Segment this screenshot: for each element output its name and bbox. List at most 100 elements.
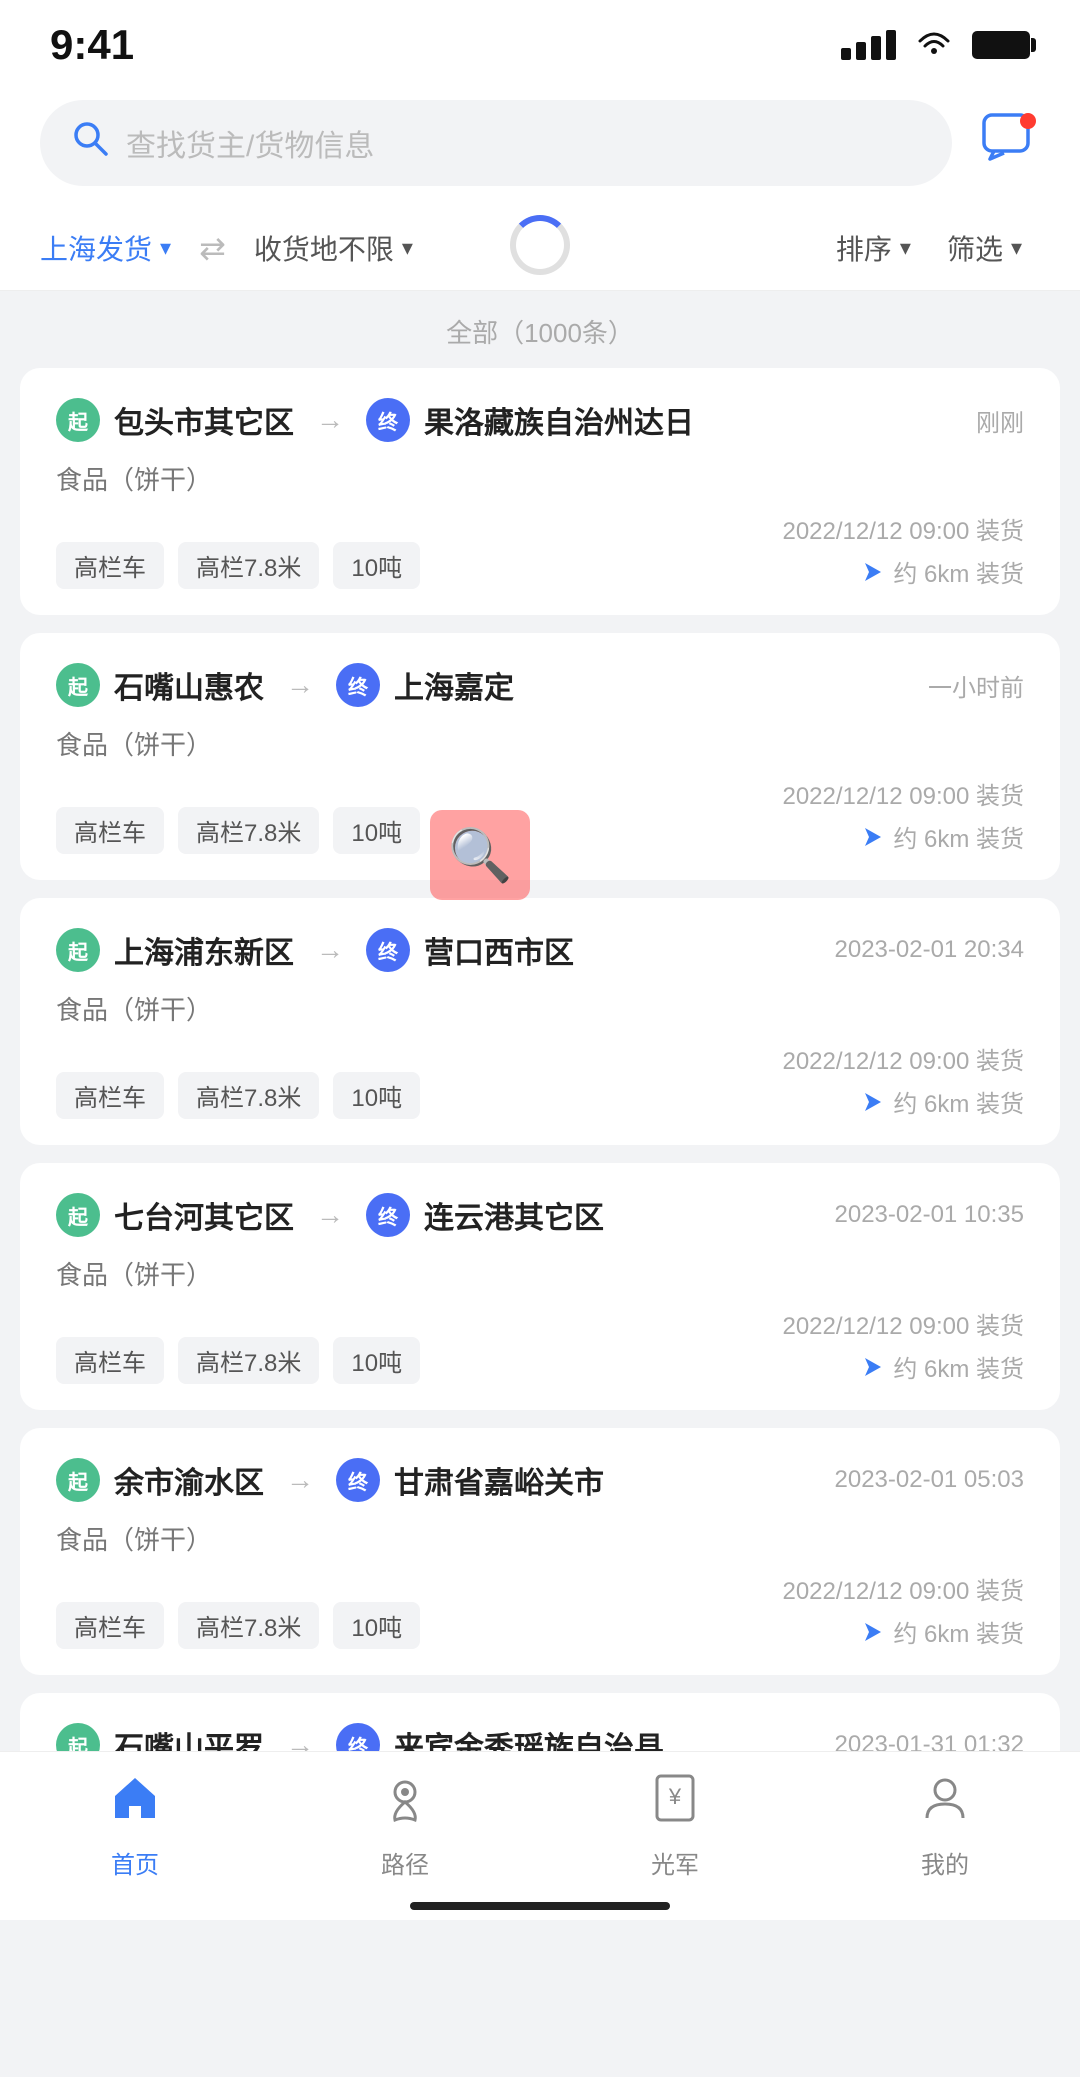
route-arrow-icon: → (278, 669, 322, 701)
card-location-text: 约 6km 装货 (893, 1349, 1024, 1384)
dest-dot: 终 (336, 663, 380, 707)
route-arrow-icon: → (308, 404, 352, 436)
chat-badge (1020, 113, 1036, 129)
chevron-down-icon: ▾ (160, 235, 171, 261)
home-indicator (410, 1902, 670, 1910)
card-item[interactable]: 起 上海浦东新区 → 终 营口西市区 2023-02-01 20:34 食品（饼… (20, 898, 1060, 1145)
nav-routes-label: 路径 (381, 1845, 429, 1880)
card-tag: 高栏车 (56, 1602, 164, 1649)
card-goods: 食品（饼干） (56, 460, 1024, 497)
dest-city: 连云港其它区 (424, 1193, 604, 1237)
card-meta: 2022/12/12 09:00 装货 约 6km 装货 (782, 1041, 1024, 1119)
card-bottom: 高栏车高栏7.8米 10吨 2022/12/12 09:00 装货 约 6km 装… (56, 511, 1024, 589)
card-location: 约 6km 装货 (859, 1614, 1024, 1649)
card-bottom: 高栏车高栏7.8米10吨 2022/12/12 09:00 装货 约 6km 装… (56, 1306, 1024, 1384)
card-header: 起 七台河其它区 → 终 连云港其它区 2023-02-01 10:35 (56, 1193, 1024, 1237)
dest-city: 营口西市区 (424, 928, 574, 972)
nav-orders-label: 光军 (651, 1845, 699, 1880)
card-route: 起 七台河其它区 → 终 连云港其它区 (56, 1193, 835, 1237)
card-tags: 高栏车高栏7.8米 10吨 (56, 1072, 420, 1119)
card-header: 起 余市渝水区 → 终 甘肃省嘉峪关市 2023-02-01 05:03 (56, 1458, 1024, 1502)
card-tag: 高栏车 (56, 807, 164, 854)
card-date: 2022/12/12 09:00 装货 (782, 1041, 1024, 1076)
nav-profile[interactable]: 我的 (919, 1772, 971, 1880)
search-section: 查找货主/货物信息 (0, 80, 1080, 206)
dest-city: 甘肃省嘉峪关市 (394, 1458, 604, 1502)
search-icon (70, 118, 110, 168)
card-location-text: 约 6km 装货 (893, 819, 1024, 854)
card-item[interactable]: 起 余市渝水区 → 终 甘肃省嘉峪关市 2023-02-01 05:03 食品（… (20, 1428, 1060, 1675)
origin-city: 上海浦东新区 (114, 928, 294, 972)
card-time: 一小时前 (928, 668, 1024, 703)
bottom-nav: 首页 路径 ¥ 光军 我的 (0, 1751, 1080, 1920)
card-tag: 10吨 (333, 1072, 420, 1119)
card-location: 约 6km 装货 (859, 1084, 1024, 1119)
search-bar[interactable]: 查找货主/货物信息 (40, 100, 952, 186)
card-item[interactable]: 起 石嘴山惠农 → 终 上海嘉定 一小时前 食品（饼干） 高栏车高栏7.8米10… (20, 633, 1060, 880)
nav-routes[interactable]: 路径 (379, 1772, 431, 1880)
filter-screen[interactable]: 筛选 ▾ (929, 228, 1040, 268)
card-goods: 食品（饼干） (56, 1520, 1024, 1557)
card-tag: 高栏7.8米 (178, 807, 319, 854)
chevron-down-icon-dest: ▾ (402, 235, 413, 261)
card-bottom: 高栏车高栏7.8米 10吨 2022/12/12 09:00 装货 约 6km 装… (56, 1041, 1024, 1119)
dest-dot: 终 (366, 398, 410, 442)
card-goods: 食品（饼干） (56, 725, 1024, 762)
card-location-text: 约 6km 装货 (893, 554, 1024, 589)
card-tag: 高栏车 (56, 1072, 164, 1119)
filter-sort-label: 排序 (836, 228, 892, 268)
filter-sort[interactable]: 排序 ▾ (818, 228, 929, 268)
card-tag: 高栏7.8米 (178, 1072, 319, 1119)
origin-dot: 起 (56, 1193, 100, 1237)
card-tag: 10吨 (333, 542, 420, 589)
list-header: 全部（1000条） (0, 291, 1080, 368)
status-bar: 9:41 (0, 0, 1080, 80)
nav-home[interactable]: 首页 (109, 1772, 161, 1880)
filter-origin[interactable]: 上海发货 ▾ (40, 228, 189, 268)
card-tag: 10吨 (333, 1337, 420, 1384)
dest-city: 上海嘉定 (394, 663, 514, 707)
card-time: 刚刚 (976, 403, 1024, 438)
chevron-down-icon-filter: ▾ (1011, 235, 1022, 261)
card-tags: 高栏车高栏7.8米10吨 (56, 807, 420, 854)
card-location: 约 6km 装货 (859, 554, 1024, 589)
status-time: 9:41 (50, 21, 134, 69)
card-item[interactable]: 起 包头市其它区 → 终 果洛藏族自治州达日 刚刚 食品（饼干） 高栏车高栏7.… (20, 368, 1060, 615)
origin-dot: 起 (56, 663, 100, 707)
card-tag: 高栏7.8米 (178, 542, 319, 589)
dest-dot: 终 (366, 928, 410, 972)
origin-city: 包头市其它区 (114, 398, 294, 442)
card-location: 约 6km 装货 (859, 819, 1024, 854)
card-tags: 高栏车高栏7.8米 10吨 (56, 542, 420, 589)
location-icon (859, 1089, 885, 1115)
card-route: 起 余市渝水区 → 终 甘肃省嘉峪关市 (56, 1458, 835, 1502)
card-route: 起 包头市其它区 → 终 果洛藏族自治州达日 (56, 398, 976, 442)
search-overlay: 🔍 (430, 810, 530, 900)
card-time: 2023-02-01 05:03 (835, 1466, 1025, 1494)
card-tag: 高栏车 (56, 1337, 164, 1384)
card-tag: 高栏7.8米 (178, 1602, 319, 1649)
origin-city: 余市渝水区 (114, 1458, 264, 1502)
card-time: 2023-02-01 10:35 (835, 1201, 1025, 1229)
card-goods: 食品（饼干） (56, 990, 1024, 1027)
swap-icon[interactable]: ⇄ (189, 229, 236, 267)
orders-icon: ¥ (649, 1772, 701, 1837)
card-location-text: 约 6km 装货 (893, 1614, 1024, 1649)
signal-icon (841, 30, 896, 60)
location-icon (859, 559, 885, 585)
card-location: 约 6km 装货 (859, 1349, 1024, 1384)
chat-button[interactable] (972, 109, 1040, 177)
dest-dot: 终 (366, 1193, 410, 1237)
nav-profile-label: 我的 (921, 1845, 969, 1880)
location-icon (859, 1354, 885, 1380)
card-tags: 高栏车高栏7.8米10吨 (56, 1337, 420, 1384)
card-date: 2022/12/12 09:00 装货 (782, 511, 1024, 546)
nav-orders[interactable]: ¥ 光军 (649, 1772, 701, 1880)
origin-dot: 起 (56, 928, 100, 972)
route-arrow-icon: → (308, 1199, 352, 1231)
card-goods: 食品（饼干） (56, 1255, 1024, 1292)
card-tag: 高栏车 (56, 542, 164, 589)
filter-destination[interactable]: 收货地不限 ▾ (236, 228, 431, 268)
card-item[interactable]: 起 七台河其它区 → 终 连云港其它区 2023-02-01 10:35 食品（… (20, 1163, 1060, 1410)
list-header-text: 全部（1000条） (446, 318, 634, 348)
